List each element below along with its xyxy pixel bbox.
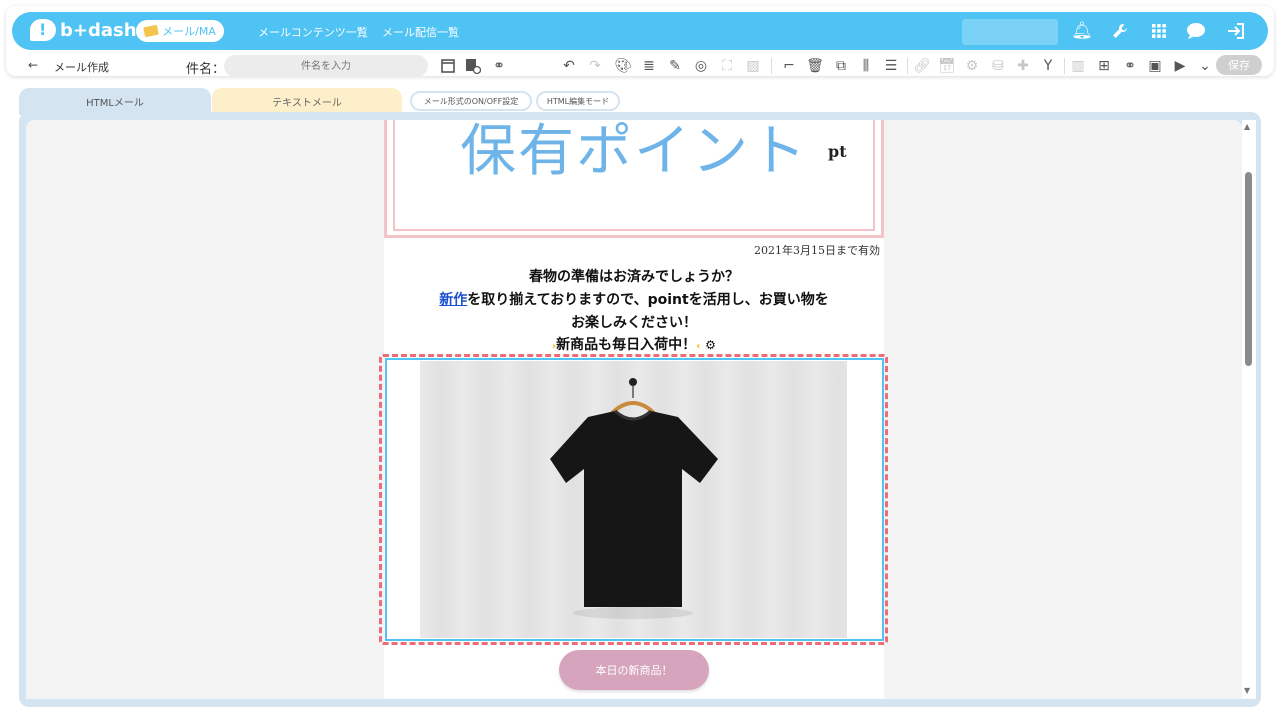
app-grid-icon[interactable] [1149, 21, 1169, 41]
toolbar-divider [1064, 58, 1065, 74]
fullscreen-icon[interactable]: ⛶ [718, 57, 736, 75]
brand-logo[interactable]: b+dash [30, 19, 137, 41]
envelope-icon [143, 24, 160, 38]
valid-until-text: 2021年3月15日まで有効 [754, 244, 880, 257]
toolbar-divider [771, 58, 772, 74]
target-icon[interactable]: ◎ [692, 57, 710, 75]
crop-icon[interactable]: ⌐ [780, 57, 798, 75]
copy-icon[interactable]: ⧉ [832, 57, 850, 75]
subject-label: 件名： [186, 62, 226, 77]
chevron-down-icon[interactable]: ⌄ [1196, 57, 1214, 75]
text-align-icon[interactable]: ≣ [640, 57, 658, 75]
message-line-4[interactable]: ›新商品も毎日入荷中！‹ ⚙ [384, 334, 884, 354]
account-info [962, 19, 1058, 45]
message-line-2: 新作を取り揃えておりますので、pointを活用し、お買い物を [384, 289, 884, 309]
support-chat-icon[interactable] [1186, 21, 1206, 41]
nav-mail-contents[interactable]: メールコンテンツ一覧 [258, 24, 368, 40]
message-line-4-text: 新商品も毎日入荷中！ [556, 337, 697, 353]
redo-icon[interactable]: ↷ [586, 57, 604, 75]
pen-icon[interactable]: ✎ [666, 57, 684, 75]
tab-html-mail[interactable]: HTMLメール [19, 88, 211, 115]
html-edit-mode-button[interactable]: HTML編集モード [536, 91, 620, 111]
image-icon[interactable]: ▨ [744, 57, 762, 75]
branch-icon[interactable]: Y [1039, 57, 1057, 75]
columns-icon[interactable]: ⫼ [857, 57, 875, 75]
message-line-2-text: を取り揃えておりますので、pointを活用し、お買い物を [467, 292, 829, 308]
points-unit: pt [828, 142, 847, 161]
add-block-icon[interactable]: ⊞ [1095, 57, 1113, 75]
save-button[interactable]: 保存 [1216, 55, 1262, 75]
new-items-link[interactable]: 新作 [439, 292, 467, 308]
mail-format-toggle-button[interactable]: メール形式のON/OFF設定 [410, 91, 532, 111]
toolbar-divider [907, 58, 908, 74]
app-header: b+dash メール/MA メールコンテンツ一覧 メール配信一覧 🔔︎ ← メー… [6, 6, 1274, 77]
trash-icon[interactable]: 🗑︎ [806, 57, 824, 75]
page-title: メール作成 [54, 61, 109, 74]
tshirt-illustration [550, 378, 718, 619]
schedule-icon[interactable] [464, 57, 482, 75]
contact-card-icon[interactable]: ▣ [1146, 57, 1164, 75]
points-title: 保有ポイント [460, 120, 808, 184]
editor-toolbar: ← メール作成 件名： ⚭ ↶ ↷ 🎨︎ ≣ ✎ ◎ ⛶ ▨ ⌐ 🗑︎ ⧉ ⫼ … [6, 50, 1274, 80]
message-line-3: お楽しみください！ [571, 315, 697, 331]
bell-icon[interactable]: 🔔︎ [1071, 21, 1093, 41]
mail-ma-label: メール/MA [162, 25, 216, 38]
scroll-up-icon[interactable]: ▲ [1244, 122, 1250, 131]
tab-text-mail[interactable]: テキストメール [212, 88, 402, 115]
scroll-down-icon[interactable]: ▼ [1244, 686, 1250, 695]
rows-icon[interactable]: ☰ [882, 57, 900, 75]
link-settings-icon[interactable]: ⚭ [490, 57, 508, 75]
palette-icon[interactable]: 🎨︎ [614, 57, 632, 75]
subject-input[interactable] [224, 55, 428, 77]
play-icon[interactable]: ▶ [1171, 57, 1189, 75]
scrollbar-thumb[interactable] [1245, 172, 1252, 366]
nav-mail-deliveries[interactable]: メール配信一覧 [382, 24, 459, 40]
brand-name: b+dash [60, 19, 137, 41]
preview-window-icon[interactable] [439, 57, 457, 75]
text-handle-right-icon[interactable]: ‹ [696, 341, 700, 352]
logo-icon [30, 19, 56, 41]
undo-icon[interactable]: ↶ [560, 57, 578, 75]
calendar-icon[interactable]: 📅︎ [938, 57, 956, 75]
back-arrow-icon[interactable]: ← [28, 58, 38, 72]
barcode-icon[interactable]: ▥ [1069, 57, 1087, 75]
wrench-icon[interactable] [1110, 21, 1130, 41]
top-navigation-bar: b+dash メール/MA メールコンテンツ一覧 メール配信一覧 🔔︎ [12, 12, 1268, 50]
gear-icon[interactable]: ⚙ [705, 338, 716, 352]
link-icon[interactable]: 🔗︎ [913, 57, 931, 75]
logout-icon[interactable] [1226, 21, 1246, 41]
todays-new-items-button[interactable]: 本日の新商品！ [559, 650, 709, 690]
gears-icon[interactable]: ⚙ [963, 57, 981, 75]
add-note-icon[interactable]: ✚ [1014, 57, 1032, 75]
product-image[interactable] [420, 361, 847, 638]
message-line-1: 春物の準備はお済みでしょうか？ [529, 269, 739, 285]
database-icon[interactable]: ⛁ [989, 57, 1007, 75]
mail-ma-button[interactable]: メール/MA [136, 20, 224, 42]
link-gear-icon[interactable]: ⚭ [1121, 57, 1139, 75]
